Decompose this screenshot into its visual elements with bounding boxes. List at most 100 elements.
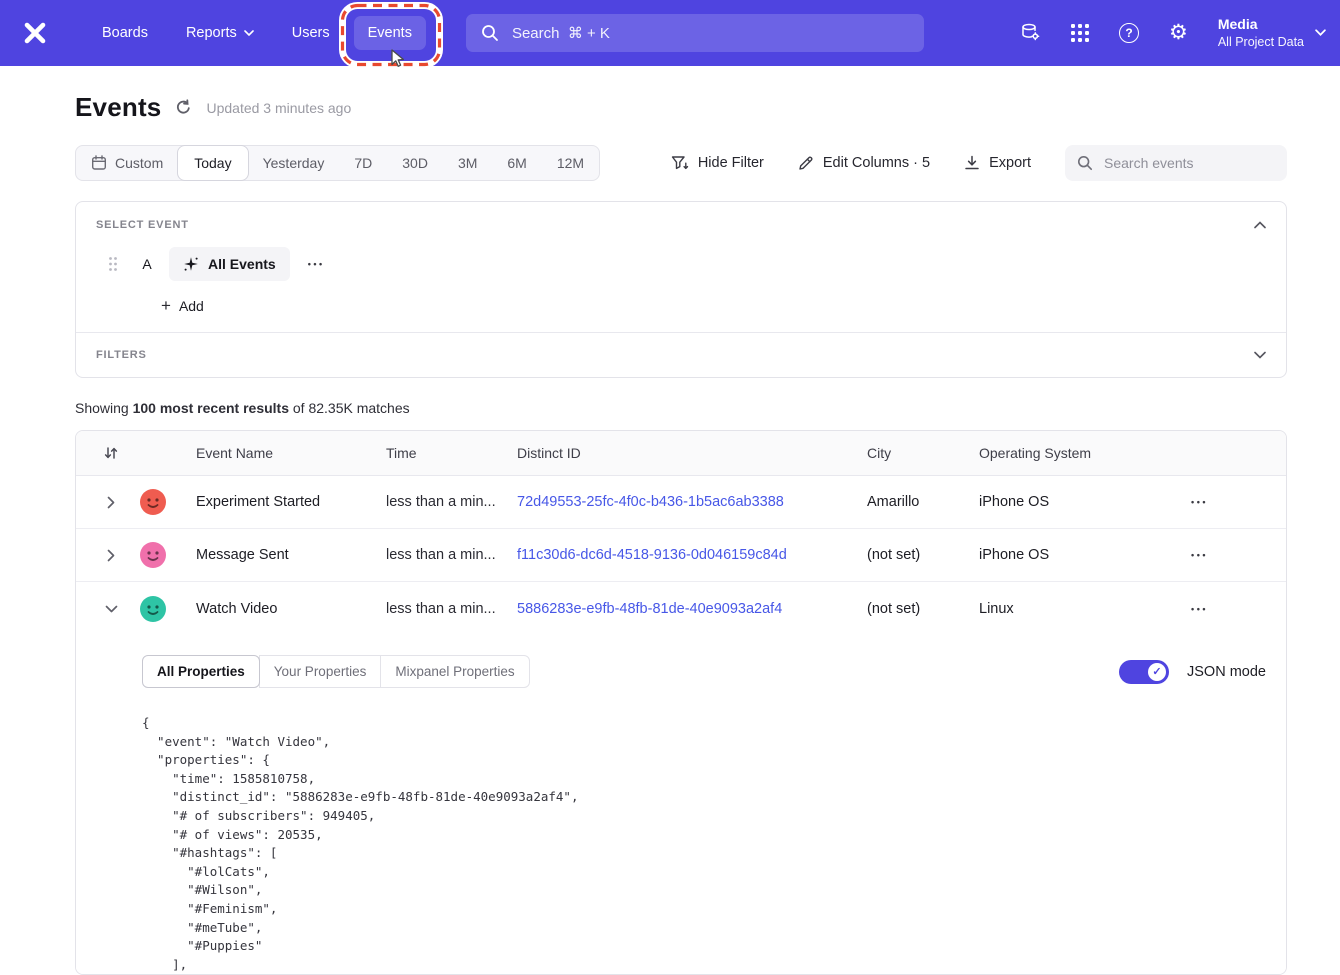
hide-filter-label: Hide Filter: [698, 155, 764, 171]
table-row[interactable]: Message Sent less than a min... f11c30d6…: [76, 529, 1286, 582]
json-mode-toggle[interactable]: ✓: [1119, 660, 1169, 684]
date-range-12m[interactable]: 12M: [542, 146, 599, 180]
edit-columns-button[interactable]: Edit Columns · 5: [798, 155, 930, 171]
select-event-header: SELECT EVENT: [96, 219, 1266, 231]
project-switcher[interactable]: Media All Project Data: [1218, 16, 1326, 50]
event-avatar: [140, 489, 166, 515]
row-more-button[interactable]: •••: [1191, 604, 1208, 614]
expand-row-icon[interactable]: [103, 496, 119, 509]
results-prefix: Showing: [75, 400, 133, 416]
nav-item-users[interactable]: Users: [278, 16, 344, 50]
date-range-label: 7D: [354, 155, 372, 171]
add-event-row: + Add: [96, 297, 1266, 316]
title-row: Events Updated 3 minutes ago: [75, 92, 1287, 123]
cell-os: iPhone OS: [979, 494, 1149, 510]
properties-tabs: All Properties Your Properties Mixpanel …: [142, 655, 530, 688]
cell-time: less than a min...: [386, 547, 517, 563]
search-events-input[interactable]: [1102, 154, 1275, 172]
event-more-button[interactable]: •••: [308, 259, 325, 269]
search-events-field[interactable]: [1065, 145, 1287, 181]
table-row[interactable]: Experiment Started less than a min... 72…: [76, 476, 1286, 529]
tab-all-properties[interactable]: All Properties: [142, 655, 260, 688]
tab-your-properties[interactable]: Your Properties: [259, 655, 382, 688]
select-event-label: SELECT EVENT: [96, 219, 189, 231]
json-mode-label: JSON mode: [1187, 664, 1266, 680]
date-range-label: Today: [194, 155, 231, 171]
row-control-cell: [76, 489, 196, 515]
add-label: Add: [179, 298, 204, 314]
expand-filters-button[interactable]: [1254, 351, 1266, 359]
date-range-6m[interactable]: 6M: [492, 146, 541, 180]
collapse-row-icon[interactable]: [103, 605, 119, 613]
date-range-today[interactable]: Today: [177, 145, 248, 181]
cell-time: less than a min...: [386, 494, 517, 510]
cell-time: less than a min...: [386, 601, 517, 617]
date-range-yesterday[interactable]: Yesterday: [248, 146, 340, 180]
date-range-custom[interactable]: Custom: [76, 146, 178, 180]
export-button[interactable]: Export: [964, 155, 1031, 171]
apps-grid-icon[interactable]: [1071, 24, 1089, 42]
refresh-icon[interactable]: [175, 99, 192, 116]
filters-label: FILTERS: [96, 349, 147, 361]
global-search-input[interactable]: [510, 24, 909, 43]
expand-row-icon[interactable]: [103, 549, 119, 562]
detail-toolbar: All Properties Your Properties Mixpanel …: [142, 655, 1266, 688]
row-more-button[interactable]: •••: [1191, 497, 1208, 507]
project-info: Media All Project Data: [1218, 16, 1304, 50]
nav-item-events[interactable]: Events: [354, 16, 426, 50]
navbar-right: ? ⚙ Media All Project Data: [1020, 16, 1326, 50]
header-distinct-id: Distinct ID: [517, 445, 867, 461]
data-management-icon[interactable]: [1020, 23, 1041, 43]
nav-item-label: Events: [368, 25, 412, 41]
all-events-sparkle-icon: [183, 256, 199, 272]
events-table: Event Name Time Distinct ID City Operati…: [75, 430, 1287, 975]
row-more-button[interactable]: •••: [1191, 550, 1208, 560]
controls-row: Custom Today Yesterday 7D 30D 3M 6M 12M …: [75, 145, 1287, 181]
page-title: Events: [75, 92, 161, 123]
settings-gear-icon[interactable]: ⚙: [1169, 22, 1188, 43]
mixpanel-logo-icon[interactable]: [22, 20, 48, 46]
nav-item-reports[interactable]: Reports: [172, 16, 268, 50]
drag-handle-icon[interactable]: [108, 256, 118, 272]
hide-filter-button[interactable]: Hide Filter: [671, 155, 764, 171]
date-range-label: 3M: [458, 155, 477, 171]
distinct-id-link[interactable]: 5886283e-e9fb-48fb-81de-40e9093a2af4: [517, 601, 782, 617]
date-range-7d[interactable]: 7D: [339, 146, 387, 180]
distinct-id-link[interactable]: 72d49553-25fc-4f0c-b436-1b5ac6ab3388: [517, 494, 784, 510]
cell-os: iPhone OS: [979, 547, 1149, 563]
filters-section-toggle[interactable]: FILTERS: [76, 333, 1286, 377]
date-range-30d[interactable]: 30D: [387, 146, 443, 180]
event-detail-panel: All Properties Your Properties Mixpanel …: [76, 635, 1286, 974]
distinct-id-link[interactable]: f11c30d6-dc6d-4518-9136-0d046159c84d: [517, 547, 787, 563]
date-range-label: 30D: [402, 155, 428, 171]
primary-nav: Boards Reports Users Events: [88, 16, 426, 50]
query-builder-card: SELECT EVENT A: [75, 201, 1287, 378]
export-label: Export: [989, 155, 1031, 171]
nav-item-boards[interactable]: Boards: [88, 16, 162, 50]
results-count: 100 most recent results: [133, 400, 289, 416]
help-icon[interactable]: ?: [1119, 23, 1139, 43]
json-mode-control: ✓ JSON mode: [1119, 660, 1266, 684]
add-event-button[interactable]: + Add: [161, 297, 204, 314]
search-icon: [481, 24, 499, 42]
chevron-down-icon: [244, 30, 254, 36]
date-range-label: 6M: [507, 155, 526, 171]
plus-icon: +: [161, 297, 171, 314]
date-range-label: Yesterday: [263, 155, 325, 171]
cell-city: (not set): [867, 601, 979, 617]
collapse-section-button[interactable]: [1254, 221, 1266, 229]
chevron-down-icon: [1254, 351, 1266, 359]
cell-city: (not set): [867, 547, 979, 563]
header-control-cell: [76, 445, 196, 461]
cell-os: Linux: [979, 601, 1149, 617]
tab-mixpanel-properties[interactable]: Mixpanel Properties: [380, 655, 529, 688]
event-row-letter: A: [140, 256, 154, 272]
global-search[interactable]: [466, 14, 924, 52]
date-range-3m[interactable]: 3M: [443, 146, 492, 180]
event-selector-chip[interactable]: All Events: [169, 247, 290, 281]
table-row-expanded[interactable]: Watch Video less than a min... 5886283e-…: [76, 582, 1286, 635]
header-time: Time: [386, 445, 517, 461]
sort-icon[interactable]: [103, 445, 119, 461]
top-navbar: Boards Reports Users Events: [0, 0, 1340, 66]
cell-event-name: Message Sent: [196, 547, 386, 563]
